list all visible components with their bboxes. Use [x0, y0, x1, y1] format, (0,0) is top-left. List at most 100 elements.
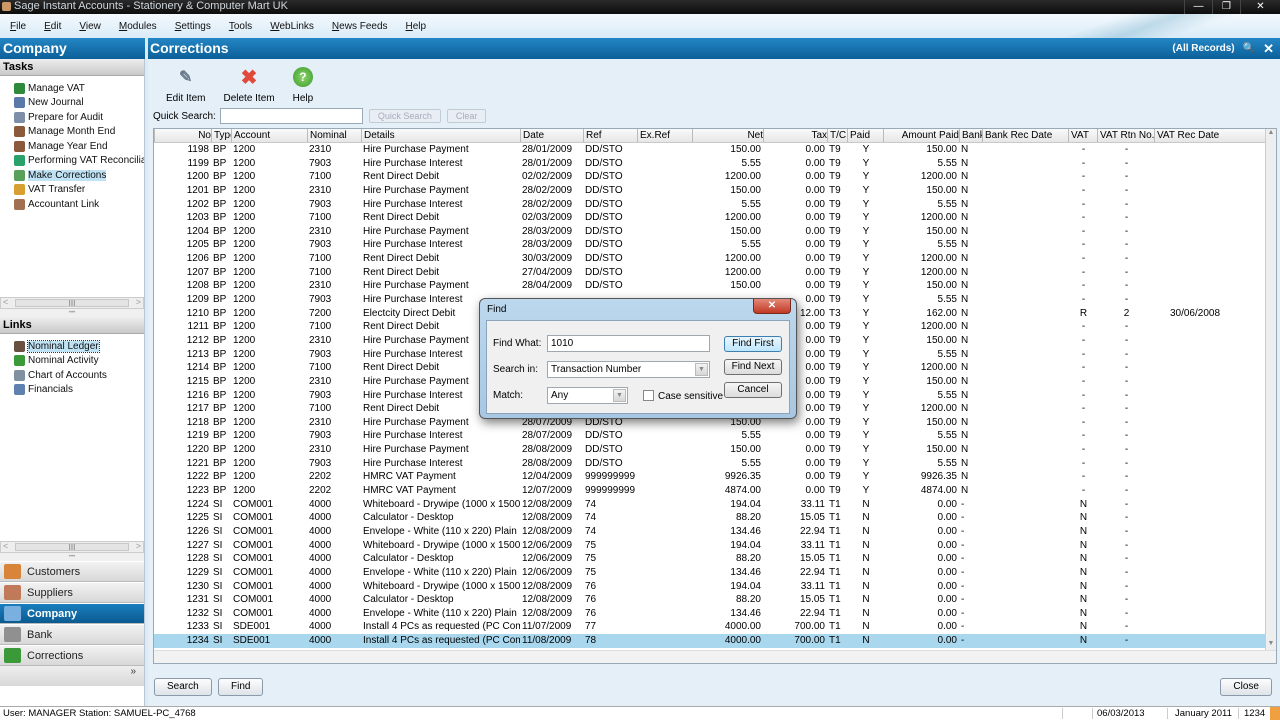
maximize-button[interactable]: ❐: [1212, 0, 1240, 14]
close-button[interactable]: Close: [1220, 678, 1272, 696]
search-button[interactable]: Search: [154, 678, 212, 696]
menu-tools[interactable]: Tools: [229, 21, 252, 32]
delete-item-button[interactable]: ✖ Delete Item: [223, 59, 274, 105]
table-row[interactable]: 1201 BP 1200 2310 Hire Purchase Payment 28/02…: [154, 184, 1276, 198]
close-window-button[interactable]: ✕: [1240, 0, 1280, 14]
menu-news-feeds[interactable]: News Feeds: [332, 21, 388, 32]
quick-search-button[interactable]: Quick Search: [368, 109, 441, 123]
link-chart-of-accounts[interactable]: Chart of Accounts: [14, 368, 144, 383]
table-row[interactable]: 1232 SI COM001 4000 Envelope - White (110 x …: [154, 607, 1276, 621]
menu-view[interactable]: View: [79, 21, 101, 32]
records-filter-label[interactable]: (All Records): [1172, 38, 1234, 59]
table-row[interactable]: 1207 BP 1200 7100 Rent Direct Debit 27/04/200…: [154, 266, 1276, 280]
column-header-ref[interactable]: Ref: [583, 129, 637, 142]
table-row[interactable]: 1221 BP 1200 7903 Hire Purchase Interest 28/0…: [154, 457, 1276, 471]
table-row[interactable]: 1229 SI COM001 4000 Envelope - White (110 x …: [154, 566, 1276, 580]
task-manage-year-end[interactable]: Manage Year End: [14, 139, 144, 154]
link-nominal-activity[interactable]: Nominal Activity: [14, 354, 144, 369]
resize-grip[interactable]: [1270, 707, 1280, 720]
table-row[interactable]: 1199 BP 1200 7903 Hire Purchase Interest 28/0…: [154, 157, 1276, 171]
nav-company[interactable]: Company: [0, 603, 144, 624]
column-header-tax[interactable]: Tax: [763, 129, 827, 142]
table-row[interactable]: 1206 BP 1200 7100 Rent Direct Debit 30/03/200…: [154, 252, 1276, 266]
column-header-vat[interactable]: VAT: [1068, 129, 1097, 142]
table-row[interactable]: 1234 SI SDE001 4000 Install 4 PCs as request…: [154, 634, 1276, 648]
quick-search-input[interactable]: [219, 108, 363, 124]
cancel-button[interactable]: Cancel: [724, 382, 782, 398]
column-header-bank-rec-date[interactable]: Bank Rec Date: [982, 129, 1068, 142]
column-header-vat-rtn-no-[interactable]: VAT Rtn No.: [1097, 129, 1154, 142]
task-accountant-link[interactable]: Accountant Link: [14, 197, 144, 212]
menu-modules[interactable]: Modules: [119, 21, 157, 32]
table-row[interactable]: 1224 SI COM001 4000 Whiteboard - Drywipe (10…: [154, 498, 1276, 512]
table-row[interactable]: 1226 SI COM001 4000 Envelope - White (110 x …: [154, 525, 1276, 539]
task-manage-month-end[interactable]: Manage Month End: [14, 125, 144, 140]
menu-file[interactable]: File: [10, 21, 26, 32]
match-select[interactable]: Any ▼: [547, 387, 628, 404]
search-icon[interactable]: 🔍: [1243, 38, 1255, 59]
task-prepare-for-audit[interactable]: Prepare for Audit: [14, 110, 144, 125]
column-header-no[interactable]: No: [154, 129, 211, 142]
link-nominal-ledger[interactable]: Nominal Ledger: [14, 339, 144, 354]
table-row[interactable]: 1198 BP 1200 2310 Hire Purchase Payment 28/01…: [154, 143, 1276, 157]
column-header-vat-rec-date[interactable]: VAT Rec Date: [1154, 129, 1234, 142]
link-financials[interactable]: Financials: [14, 383, 144, 398]
minimize-button[interactable]: —: [1184, 0, 1212, 14]
column-header-date[interactable]: Date: [520, 129, 583, 142]
nav-suppliers[interactable]: Suppliers: [0, 582, 144, 603]
edit-item-button[interactable]: ✎ Edit Item: [166, 59, 205, 105]
table-row[interactable]: 1230 SI COM001 4000 Whiteboard - Drywipe (10…: [154, 580, 1276, 594]
table-row[interactable]: 1202 BP 1200 7903 Hire Purchase Interest 28/0…: [154, 198, 1276, 212]
table-row[interactable]: 1200 BP 1200 7100 Rent Direct Debit 02/02/200…: [154, 170, 1276, 184]
table-row[interactable]: 1219 BP 1200 7903 Hire Purchase Interest 28/0…: [154, 429, 1276, 443]
task-make-corrections[interactable]: Make Corrections: [14, 168, 144, 183]
menu-edit[interactable]: Edit: [44, 21, 61, 32]
task-performing-vat-reconciliation[interactable]: Performing VAT Reconciliation: [14, 154, 144, 169]
nav-bank[interactable]: Bank: [0, 624, 144, 645]
column-header-net[interactable]: Net: [692, 129, 763, 142]
column-header-account[interactable]: Account: [231, 129, 307, 142]
nav-corrections[interactable]: Corrections: [0, 645, 144, 666]
table-row[interactable]: 1204 BP 1200 2310 Hire Purchase Payment 28/03…: [154, 225, 1276, 239]
search-in-select[interactable]: Transaction Number ▼: [547, 361, 710, 378]
nav-splitter[interactable]: •••: [0, 553, 144, 561]
find-first-button[interactable]: Find First: [724, 336, 782, 352]
case-sensitive-checkbox[interactable]: [643, 390, 654, 401]
column-header-nominal[interactable]: Nominal: [307, 129, 361, 142]
menu-help[interactable]: Help: [406, 21, 427, 32]
column-header-type[interactable]: Type: [211, 129, 231, 142]
find-dialog-close-button[interactable]: ✕: [753, 299, 791, 314]
column-header-ex-ref[interactable]: Ex.Ref: [637, 129, 692, 142]
more-modules-button[interactable]: »: [0, 666, 144, 686]
panel-splitter[interactable]: •••: [0, 309, 144, 317]
column-header-paid[interactable]: Paid: [847, 129, 883, 142]
grid-horizontal-scrollbar[interactable]: [154, 650, 1276, 663]
table-row[interactable]: 1233 SI SDE001 4000 Install 4 PCs as request…: [154, 620, 1276, 634]
column-header-amount-paid[interactable]: Amount Paid: [883, 129, 959, 142]
table-row[interactable]: 1231 SI COM001 4000 Calculator - Desktop 12/0…: [154, 593, 1276, 607]
find-next-button[interactable]: Find Next: [724, 359, 782, 375]
table-row[interactable]: 1225 SI COM001 4000 Calculator - Desktop 12/0…: [154, 511, 1276, 525]
table-row[interactable]: 1228 SI COM001 4000 Calculator - Desktop 12/0…: [154, 552, 1276, 566]
table-row[interactable]: 1203 BP 1200 7100 Rent Direct Debit 02/03/200…: [154, 211, 1276, 225]
help-button[interactable]: ? Help: [293, 59, 313, 105]
column-header-bank[interactable]: Bank: [959, 129, 982, 142]
task-vat-transfer[interactable]: VAT Transfer: [14, 183, 144, 198]
column-header-details[interactable]: Details: [361, 129, 520, 142]
grid-vertical-scrollbar[interactable]: ▲ ▼: [1265, 129, 1276, 651]
table-row[interactable]: 1222 BP 1200 2202 HMRC VAT Payment 12/04/2009…: [154, 470, 1276, 484]
column-header-t-c[interactable]: T/C: [827, 129, 847, 142]
table-row[interactable]: 1220 BP 1200 2310 Hire Purchase Payment 28/08…: [154, 443, 1276, 457]
menu-settings[interactable]: Settings: [175, 21, 211, 32]
task-new-journal[interactable]: New Journal: [14, 96, 144, 111]
close-icon[interactable]: ✕: [1263, 38, 1274, 59]
table-row[interactable]: 1223 BP 1200 2202 HMRC VAT Payment 12/07/2009…: [154, 484, 1276, 498]
links-horizontal-scrollbar[interactable]: III: [0, 541, 144, 553]
scroll-up-icon[interactable]: ▲: [1266, 129, 1276, 140]
clear-button[interactable]: Clear: [446, 109, 487, 123]
table-row[interactable]: 1208 BP 1200 2310 Hire Purchase Payment 28/04…: [154, 279, 1276, 293]
table-row[interactable]: 1227 SI COM001 4000 Whiteboard - Drywipe (10…: [154, 539, 1276, 553]
tasks-horizontal-scrollbar[interactable]: III: [0, 297, 144, 309]
task-manage-vat[interactable]: Manage VAT: [14, 81, 144, 96]
find-button[interactable]: Find: [218, 678, 264, 696]
